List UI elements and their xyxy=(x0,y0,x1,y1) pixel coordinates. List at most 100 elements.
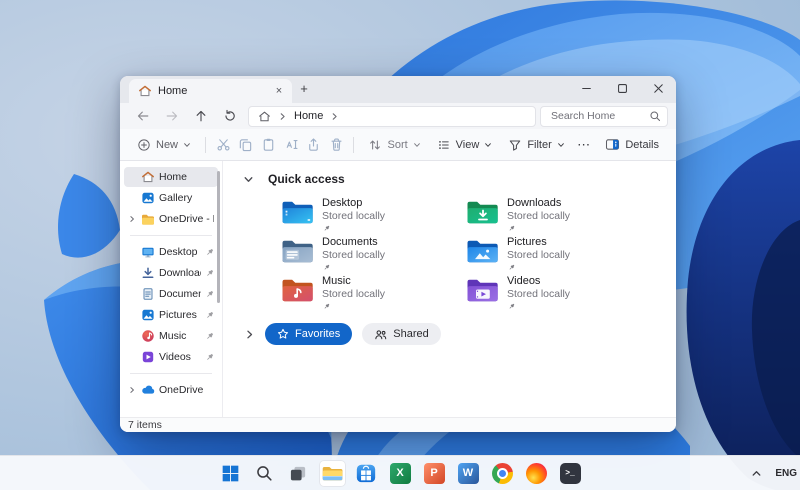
excel-icon[interactable]: X xyxy=(387,460,414,487)
tile-downloads[interactable]: Downloads Stored locally xyxy=(466,197,651,232)
view-button[interactable]: View xyxy=(430,133,500,157)
sort-icon xyxy=(368,138,382,152)
pin-icon xyxy=(322,225,331,232)
microsoft-store-icon[interactable] xyxy=(353,460,380,487)
sidebar-item-home[interactable]: Home xyxy=(124,167,218,187)
language-indicator[interactable]: ENG xyxy=(775,468,797,479)
terminal-icon[interactable]: >_ xyxy=(557,460,584,487)
pin-icon xyxy=(507,264,516,271)
tile-text: Pictures Stored locally xyxy=(507,236,570,271)
tile-subtitle: Stored locally xyxy=(507,210,571,223)
tab-title: Home xyxy=(158,85,188,97)
maximize-button[interactable] xyxy=(604,76,640,101)
paste-button[interactable] xyxy=(258,133,279,157)
tile-text: Downloads Stored locally xyxy=(507,197,570,232)
delete-button[interactable] xyxy=(326,133,347,157)
details-button[interactable]: Details xyxy=(598,133,666,157)
sidebar-item-onedrive-personal[interactable]: OneDrive - Perso xyxy=(124,209,218,229)
share-button[interactable] xyxy=(303,133,324,157)
search-icon xyxy=(649,110,661,122)
pin-icon xyxy=(507,303,516,310)
plus-circle-icon xyxy=(137,138,151,152)
address-bar[interactable]: Home xyxy=(248,105,536,127)
navigation-bar: Home xyxy=(120,103,676,129)
star-icon xyxy=(277,328,289,340)
file-explorer-taskbar-icon[interactable] xyxy=(318,459,346,487)
shared-pill[interactable]: Shared xyxy=(362,323,441,345)
tile-subtitle: Stored locally xyxy=(322,288,386,301)
new-tab-button[interactable]: + xyxy=(292,81,316,99)
quick-access-header[interactable]: Quick access xyxy=(241,172,676,186)
home-icon xyxy=(141,170,155,184)
cut-button[interactable] xyxy=(213,133,234,157)
chevron-down-icon xyxy=(413,141,421,149)
tile-name: Music xyxy=(322,275,351,287)
tile-name: Downloads xyxy=(507,197,562,209)
back-button[interactable] xyxy=(128,105,157,127)
tile-videos[interactable]: Videos Stored locally xyxy=(466,275,651,310)
divider xyxy=(353,136,355,153)
people-icon xyxy=(374,328,387,341)
task-view-button[interactable] xyxy=(285,460,312,487)
pin-icon xyxy=(322,303,331,310)
tile-documents[interactable]: Documents Stored locally xyxy=(281,236,466,271)
tile-pictures[interactable]: Pictures Stored locally xyxy=(466,236,651,271)
tab-close-icon[interactable]: × xyxy=(272,85,286,97)
taskbar-search-button[interactable] xyxy=(251,460,278,487)
pill-label: Shared xyxy=(393,328,429,340)
search-box[interactable] xyxy=(540,105,668,127)
chevron-right-icon[interactable] xyxy=(244,329,255,340)
chevron-right-icon[interactable] xyxy=(127,386,137,394)
rename-button[interactable] xyxy=(281,133,302,157)
desktop-icon xyxy=(141,245,155,259)
word-glyph: W xyxy=(457,462,479,484)
more-options-button[interactable]: ⋯ xyxy=(574,133,595,157)
sidebar-scrollbar[interactable] xyxy=(217,171,220,303)
chrome-ball xyxy=(491,462,513,484)
word-icon[interactable]: W xyxy=(455,460,482,487)
firefox-icon[interactable] xyxy=(523,460,550,487)
sidebar-item-desktop[interactable]: Desktop xyxy=(124,242,218,262)
start-button[interactable] xyxy=(217,460,244,487)
close-button[interactable] xyxy=(640,76,676,101)
tab-home[interactable]: Home × xyxy=(129,79,292,103)
chevron-right-icon xyxy=(330,112,339,121)
details-label: Details xyxy=(625,138,659,151)
copy-button[interactable] xyxy=(236,133,257,157)
tile-music[interactable]: Music Stored locally xyxy=(281,275,466,310)
up-button[interactable] xyxy=(186,105,215,127)
filter-button[interactable]: Filter xyxy=(501,133,571,157)
sidebar-item-music[interactable]: Music xyxy=(124,326,218,346)
breadcrumb[interactable]: Home xyxy=(294,110,323,122)
pin-icon xyxy=(322,264,331,271)
minimize-button[interactable] xyxy=(568,76,604,101)
powerpoint-icon[interactable]: P xyxy=(421,460,448,487)
forward-button[interactable] xyxy=(157,105,186,127)
favorites-pill[interactable]: Favorites xyxy=(265,323,353,345)
sidebar-item-gallery[interactable]: Gallery xyxy=(124,188,218,208)
sidebar-item-documents[interactable]: Documents xyxy=(124,284,218,304)
new-button[interactable]: New xyxy=(130,133,198,157)
sidebar-item-label: Desktop xyxy=(159,246,198,258)
chevron-right-icon[interactable] xyxy=(127,215,137,223)
sidebar-item-onedrive[interactable]: OneDrive xyxy=(124,380,218,400)
sidebar-item-videos[interactable]: Videos xyxy=(124,347,218,367)
downloads-folder-icon xyxy=(466,198,500,227)
filter-icon xyxy=(508,138,522,152)
sidebar-item-downloads[interactable]: Downloads xyxy=(124,263,218,283)
tile-desktop[interactable]: Desktop Stored locally xyxy=(281,197,466,232)
refresh-button[interactable] xyxy=(215,105,244,127)
chevron-down-icon[interactable] xyxy=(243,174,254,185)
view-list-icon xyxy=(437,138,451,152)
command-bar: New Sort View Filter ⋯ Details xyxy=(120,129,676,161)
chevron-down-icon xyxy=(484,141,492,149)
sort-button[interactable]: Sort xyxy=(361,133,427,157)
sidebar-divider xyxy=(130,373,212,374)
search-input[interactable] xyxy=(549,109,645,123)
chrome-icon[interactable] xyxy=(489,460,516,487)
sidebar-item-pictures[interactable]: Pictures xyxy=(124,305,218,325)
pin-icon xyxy=(205,248,214,257)
hidden-icons-chevron[interactable] xyxy=(751,468,762,479)
filter-label: Filter xyxy=(527,138,552,151)
tab-bar: Home × + xyxy=(120,76,676,103)
